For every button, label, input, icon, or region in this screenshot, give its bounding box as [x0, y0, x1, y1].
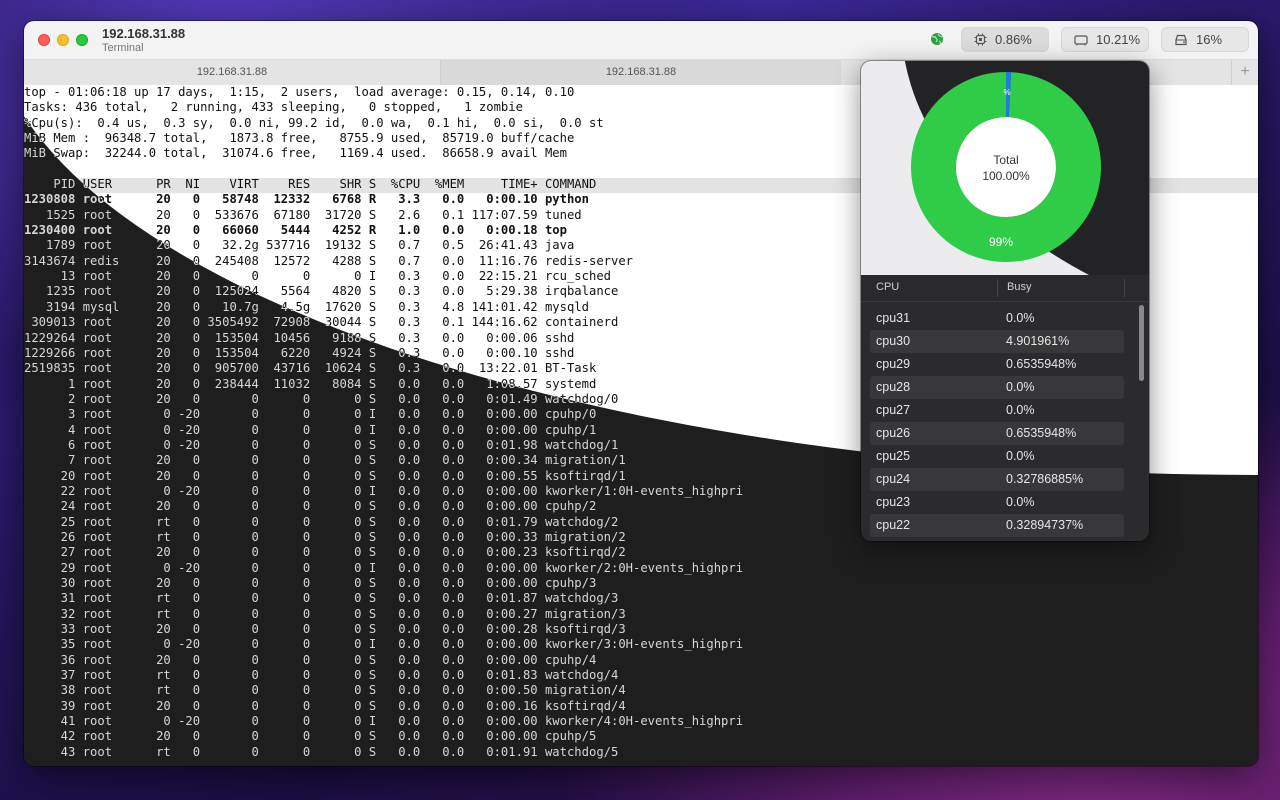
cpu-table-row[interactable]: cpu31 0.0% — [870, 307, 1124, 330]
cpu-table-row[interactable]: cpu30 4.901961% — [870, 330, 1124, 353]
top-summary-line: %Cpu(s): 0.4 us, 0.3 sy, 0.0 ni, 99.2 id… — [24, 115, 604, 130]
cpu-busy-value: 0.0% — [1006, 495, 1035, 509]
cpu-busy-value: 4.901961% — [1006, 334, 1070, 348]
maximize-button[interactable] — [76, 34, 88, 46]
cpu-name: cpu31 — [876, 311, 911, 325]
process-row: 31 root rt 0 0 0 0 S 0.0 0.0 0:01.87 wat… — [24, 591, 619, 606]
donut-center-label: Total — [993, 153, 1018, 167]
process-row: 1525 root 20 0 533676 67180 31720 S 2.6 … — [24, 207, 582, 222]
process-row: 43 root rt 0 0 0 0 S 0.0 0.0 0:01.91 wat… — [24, 744, 619, 759]
tab-session-1[interactable]: 192.168.31.88 — [24, 60, 441, 85]
disk-usage-button[interactable]: 16% — [1161, 27, 1249, 52]
cpu-table-row[interactable]: cpu22 0.32894737% — [870, 514, 1124, 537]
cpu-busy-value: 0.32894737% — [1006, 518, 1084, 532]
cpu-table-row[interactable]: cpu28 0.0% — [870, 376, 1124, 399]
cpu-busy-value: 0.0% — [1006, 403, 1035, 417]
process-row: 7 root 20 0 0 0 0 S 0.0 0.0 0:00.34 migr… — [24, 453, 626, 468]
process-row: 25 root rt 0 0 0 0 S 0.0 0.0 0:01.79 wat… — [24, 514, 619, 529]
process-row: 27 root 20 0 0 0 0 S 0.0 0.0 0:00.23 kso… — [24, 545, 626, 560]
new-tab-button[interactable]: + — [1231, 60, 1258, 85]
column-header-busy[interactable]: Busy — [1007, 281, 1031, 293]
top-summary-line: top - 01:06:18 up 17 days, 1:15, 2 users… — [24, 85, 575, 99]
process-row: 30 root 20 0 0 0 0 S 0.0 0.0 0:00.00 cpu… — [24, 576, 597, 590]
cpu-busy-value: 0.0% — [1006, 380, 1035, 394]
cpu-usage-value: 0.86% — [995, 32, 1032, 47]
cpu-busy-value: 0.6535948% — [1006, 426, 1077, 440]
cpu-busy-value: 0.32786885% — [1006, 472, 1084, 486]
cpu-usage-button[interactable]: 0.86% — [961, 27, 1049, 52]
cpu-name: cpu23 — [876, 495, 911, 509]
cpu-name: cpu30 — [876, 334, 911, 348]
process-row: 20 root 20 0 0 0 0 S 0.0 0.0 0:00.55 kso… — [24, 468, 626, 483]
memory-usage-value: 10.21% — [1096, 32, 1141, 47]
donut-idle-label: 99% — [989, 235, 1013, 249]
cpu-table-row[interactable]: cpu29 0.6535948% — [870, 353, 1124, 376]
cpu-table-header: CPU Busy — [861, 275, 1149, 302]
process-row: 35 root 0 -20 0 0 0 I 0.0 0.0 0:00.00 kw… — [24, 637, 744, 652]
process-row: 36 root 20 0 0 0 0 S 0.0 0.0 0:00.00 cpu… — [24, 652, 597, 667]
process-row: 24 root 20 0 0 0 0 S 0.0 0.0 0:00.00 cpu… — [24, 499, 597, 514]
column-divider — [997, 279, 998, 297]
disk-usage-value: 16% — [1196, 32, 1223, 47]
cpu-table-row[interactable]: cpu23 0.0% — [870, 491, 1124, 514]
column-divider — [1124, 279, 1125, 297]
cpu-name: cpu27 — [876, 403, 911, 417]
process-row: 33 root 20 0 0 0 0 S 0.0 0.0 0:00.28 kso… — [24, 622, 626, 637]
cpu-table-row[interactable]: cpu25 0.0% — [870, 445, 1124, 468]
minimize-button[interactable] — [57, 34, 69, 46]
window-title: 192.168.31.88 — [102, 26, 186, 41]
process-row: 42 root 20 0 0 0 0 S 0.0 0.0 0:00.00 cpu… — [24, 729, 597, 744]
cpu-chip-icon — [974, 33, 987, 46]
column-header-cpu[interactable]: CPU — [876, 281, 899, 293]
cpu-donut-chart: Total 100.00% 99%% — [911, 72, 1101, 262]
process-row: 4 root 0 -20 0 0 0 I 0.0 0.0 0:00.00 cpu… — [24, 422, 597, 437]
cpu-name: cpu24 — [876, 472, 911, 486]
process-row: 26 root rt 0 0 0 0 S 0.0 0.0 0:00.33 mig… — [24, 529, 626, 544]
process-table-header: PID USER PR NI VIRT RES SHR S %CPU %MEM … — [24, 177, 597, 192]
process-row: 41 root 0 -20 0 0 0 I 0.0 0.0 0:00.00 kw… — [24, 714, 744, 729]
cpu-busy-value: 0.0% — [1006, 449, 1035, 463]
cpu-name: cpu22 — [876, 518, 911, 532]
top-summary-line: Tasks: 436 total, 2 running, 433 sleepin… — [24, 100, 523, 115]
cpu-usage-popover: Total 100.00% 99%% CPU Busy cpu31 0.0% cpu30… — [861, 61, 1149, 541]
cpu-table-scrollbar[interactable] — [1139, 305, 1144, 381]
cpu-table-rows: cpu31 0.0% cpu30 4.901961% cpu29 0.6535948% cp… — [870, 307, 1124, 537]
cpu-busy-value: 0.6535948% — [1006, 357, 1077, 371]
cpu-name: cpu25 — [876, 449, 911, 463]
cpu-table-row[interactable]: cpu27 0.0% — [870, 399, 1124, 422]
process-row: 39 root 20 0 0 0 0 S 0.0 0.0 0:00.16 kso… — [24, 698, 626, 713]
process-row: 37 root rt 0 0 0 0 S 0.0 0.0 0:01.83 wat… — [24, 668, 619, 683]
cpu-name: cpu28 — [876, 380, 911, 394]
cpu-busy-value: 0.0% — [1006, 311, 1035, 325]
memory-icon — [1074, 34, 1088, 45]
process-row: 38 root rt 0 0 0 0 S 0.0 0.0 0:00.50 mig… — [24, 683, 626, 698]
donut-busy-label: % — [1003, 88, 1010, 97]
process-row: 29 root 0 -20 0 0 0 I 0.0 0.0 0:00.00 kw… — [24, 560, 744, 575]
process-row: 22 root 0 -20 0 0 0 I 0.0 0.0 0:00.00 kw… — [24, 483, 744, 498]
disk-drive-icon — [1175, 34, 1187, 45]
title-bar[interactable]: 192.168.31.88 Terminal 0.86% 10.21% 16% — [24, 21, 1258, 60]
donut-center-value: 100.00% — [982, 169, 1030, 183]
process-row: 32 root rt 0 0 0 0 S 0.0 0.0 0:00.27 mig… — [24, 606, 626, 621]
top-summary-line: MiB Mem : 96348.7 total, 1873.8 free, 87… — [24, 131, 575, 146]
cpu-table-row[interactable]: cpu26 0.6535948% — [870, 422, 1124, 445]
memory-usage-button[interactable]: 10.21% — [1061, 27, 1149, 52]
donut-hole — [956, 117, 1056, 217]
window-subtitle: Terminal — [102, 42, 144, 54]
tab-session-2[interactable]: 192.168.31.88 — [441, 60, 841, 85]
network-globe-icon[interactable] — [930, 32, 944, 46]
close-button[interactable] — [38, 34, 50, 46]
cpu-name: cpu26 — [876, 426, 911, 440]
top-summary-line: MiB Swap: 32244.0 total, 31074.6 free, 1… — [24, 146, 567, 161]
cpu-table-row[interactable]: cpu24 0.32786885% — [870, 468, 1124, 491]
process-row: 6 root 0 -20 0 0 0 S 0.0 0.0 0:01.98 wat… — [24, 437, 619, 452]
cpu-name: cpu29 — [876, 357, 911, 371]
process-row: 1230808 root 20 0 58748 12332 6768 R 3.3… — [24, 192, 589, 207]
